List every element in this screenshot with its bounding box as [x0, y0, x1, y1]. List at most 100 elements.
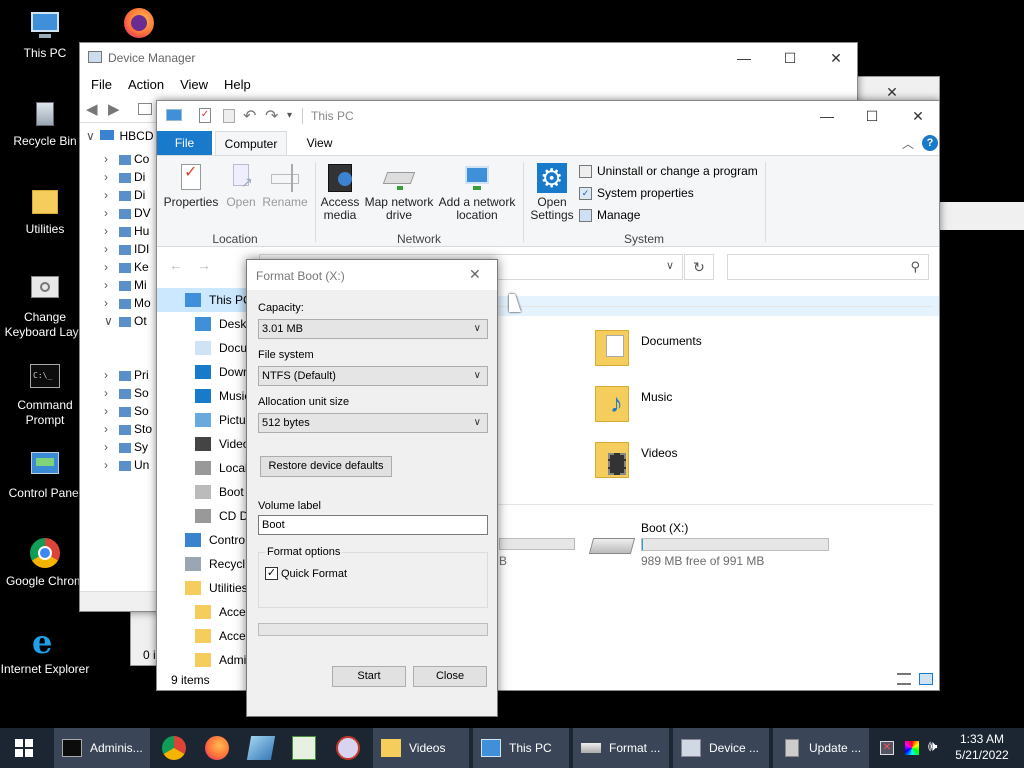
manage-button[interactable]: Manage	[579, 208, 640, 223]
tab-view[interactable]: View	[292, 131, 347, 155]
allocation-unit-select[interactable]: 512 bytes ∨	[258, 413, 488, 433]
format-dialog[interactable]: Format Boot (X:) ✕ Capacity: 3.01 MB ∨ Fi…	[246, 259, 498, 717]
redo-icon[interactable]: ↷	[265, 106, 278, 126]
desktop-icon-utilities[interactable]: Utilities	[0, 184, 90, 237]
nav-item[interactable]: Admi	[157, 648, 253, 668]
chevron-right-icon[interactable]: ›	[104, 242, 116, 256]
taskbar-task-this-pc[interactable]: This PC	[473, 728, 569, 768]
desktop-icon-command-prompt[interactable]: C:\_ Command Prompt	[0, 360, 90, 428]
customize-toolbar-icon[interactable]: ▾	[287, 110, 292, 121]
folder-music[interactable]: ♪ Music	[595, 384, 795, 428]
taskbar-spreadsheet-icon[interactable]	[292, 736, 316, 760]
uninstall-program-button[interactable]: Uninstall or change a program	[579, 164, 758, 179]
device-tree-item[interactable]: › Un	[104, 458, 149, 472]
nav-item[interactable]: Video	[157, 432, 253, 456]
taskbar-firefox-icon[interactable]	[205, 736, 229, 760]
device-manager-titlebar[interactable]: Device Manager — ☐ ✕	[80, 43, 857, 73]
device-manager-maximize-button[interactable]: ☐	[767, 43, 813, 73]
filesystem-select[interactable]: NTFS (Default) ∨	[258, 366, 488, 386]
device-tree-item[interactable]: › Ke	[104, 260, 149, 274]
chevron-down-icon[interactable]: ∨	[104, 314, 116, 328]
nav-item[interactable]: Down	[157, 360, 253, 384]
menu-file[interactable]: File	[83, 74, 120, 96]
device-tree-item[interactable]: › Sy	[104, 440, 148, 454]
properties-sheet-icon[interactable]	[138, 103, 152, 115]
access-media-button[interactable]: Access media	[317, 162, 363, 222]
desktop-icon-control-panel[interactable]: Control Panel	[0, 448, 90, 501]
tree-root[interactable]: ∨ HBCD	[86, 129, 154, 143]
device-tree-item[interactable]: › Pri	[104, 368, 149, 382]
volume-icon[interactable]: 🕪	[928, 738, 937, 755]
forward-arrow-icon[interactable]: ▶	[108, 100, 120, 118]
chevron-right-icon[interactable]: ›	[104, 170, 116, 184]
format-dialog-titlebar[interactable]: Format Boot (X:) ✕	[247, 260, 497, 290]
chevron-right-icon[interactable]: ›	[104, 296, 116, 310]
add-network-location-button[interactable]: Add a network location	[437, 162, 517, 222]
quick-access-new-folder-icon[interactable]	[223, 109, 235, 123]
menu-action[interactable]: Action	[120, 74, 172, 96]
desktop-icon-change-keyboard[interactable]: Change Keyboard Layo	[0, 272, 90, 340]
nav-item[interactable]: Docu	[157, 336, 253, 360]
close-button[interactable]: Close	[413, 666, 487, 687]
explorer-titlebar[interactable]: ✓ ↶ ↷ ▾ This PC — ☐ ✕	[157, 101, 939, 131]
desktop-icon-internet-explorer[interactable]: e Internet Explorer	[0, 624, 90, 677]
nav-item[interactable]: Acces	[157, 600, 253, 624]
rename-button[interactable]: Rename	[261, 162, 309, 209]
nav-item[interactable]: Utilities	[157, 576, 253, 600]
device-tree-item[interactable]: › IDI	[104, 242, 149, 256]
nav-item[interactable]: This PC	[157, 288, 253, 312]
network-tray-icon[interactable]: ✕	[880, 741, 894, 755]
chevron-right-icon[interactable]: ›	[104, 260, 116, 274]
capacity-select[interactable]: 3.01 MB ∨	[258, 319, 488, 339]
restore-defaults-button[interactable]: Restore device defaults	[260, 456, 392, 477]
device-tree-item[interactable]: › So	[104, 404, 149, 418]
system-properties-button[interactable]: ✓ System properties	[579, 186, 694, 201]
map-network-drive-button[interactable]: Map network drive	[363, 162, 435, 222]
taskbar-chrome-icon[interactable]	[162, 736, 186, 760]
chevron-right-icon[interactable]: ›	[104, 422, 116, 436]
explorer-close-button[interactable]: ✕	[895, 101, 941, 131]
open-button[interactable]: ↗ Open	[221, 162, 261, 209]
taskbar-paint-icon[interactable]	[336, 736, 360, 760]
device-tree-item[interactable]: › Mo	[104, 296, 151, 310]
nav-item[interactable]: Recycl	[157, 552, 253, 576]
format-dialog-close-icon[interactable]: ✕	[469, 266, 481, 283]
nav-item[interactable]: Boot	[157, 480, 253, 504]
explorer-maximize-button[interactable]: ☐	[849, 101, 895, 131]
details-view-icon[interactable]	[897, 673, 911, 685]
chevron-right-icon[interactable]: ›	[104, 386, 116, 400]
chevron-right-icon[interactable]: ›	[104, 278, 116, 292]
taskbar-task-device-manager[interactable]: Device ...	[673, 728, 769, 768]
desktop-icon-this-pc[interactable]: This PC	[0, 8, 90, 61]
device-tree-item[interactable]	[142, 350, 156, 364]
open-settings-button[interactable]: ⚙ Open Settings	[529, 162, 575, 222]
quick-format-checkbox[interactable]: ✓	[265, 567, 278, 580]
chevron-right-icon[interactable]: ›	[104, 224, 116, 238]
folder-videos[interactable]: Videos	[595, 440, 795, 484]
large-icons-view-icon[interactable]	[919, 673, 933, 685]
chevron-right-icon[interactable]: ›	[104, 368, 116, 382]
nav-item[interactable]: Local	[157, 456, 253, 480]
chevron-right-icon[interactable]: ›	[104, 188, 116, 202]
chevron-right-icon[interactable]: ›	[104, 440, 116, 454]
taskbar-task-videos[interactable]: Videos	[373, 728, 469, 768]
nav-item[interactable]: Music	[157, 384, 253, 408]
nav-item[interactable]: Deskt	[157, 312, 253, 336]
collapse-ribbon-icon[interactable]: ︿	[902, 135, 914, 152]
device-tree-item[interactable]: › DV	[104, 206, 151, 220]
device-manager-minimize-button[interactable]: —	[721, 43, 767, 73]
chevron-right-icon[interactable]: ›	[104, 206, 116, 220]
device-tree-item[interactable]: › Di	[104, 170, 145, 184]
taskbar-task-format[interactable]: Format ...	[573, 728, 669, 768]
device-manager-close-button[interactable]: ✕	[813, 43, 859, 73]
clock[interactable]: 1:33 AM 5/21/2022	[950, 731, 1014, 763]
undo-icon[interactable]: ↶	[243, 106, 256, 126]
taskbar-task-update[interactable]: Update ...	[773, 728, 869, 768]
taskbar-task-admin-cmd[interactable]: Adminis...	[54, 728, 150, 768]
device-tree-item[interactable]: › Mi	[104, 278, 147, 292]
explorer-minimize-button[interactable]: —	[804, 101, 850, 131]
nav-item[interactable]: Contro	[157, 528, 253, 552]
nav-item[interactable]: Pictur	[157, 408, 253, 432]
desktop-icon-firefox[interactable]	[94, 6, 184, 44]
desktop-icon-recycle-bin[interactable]: Recycle Bin	[0, 96, 90, 149]
